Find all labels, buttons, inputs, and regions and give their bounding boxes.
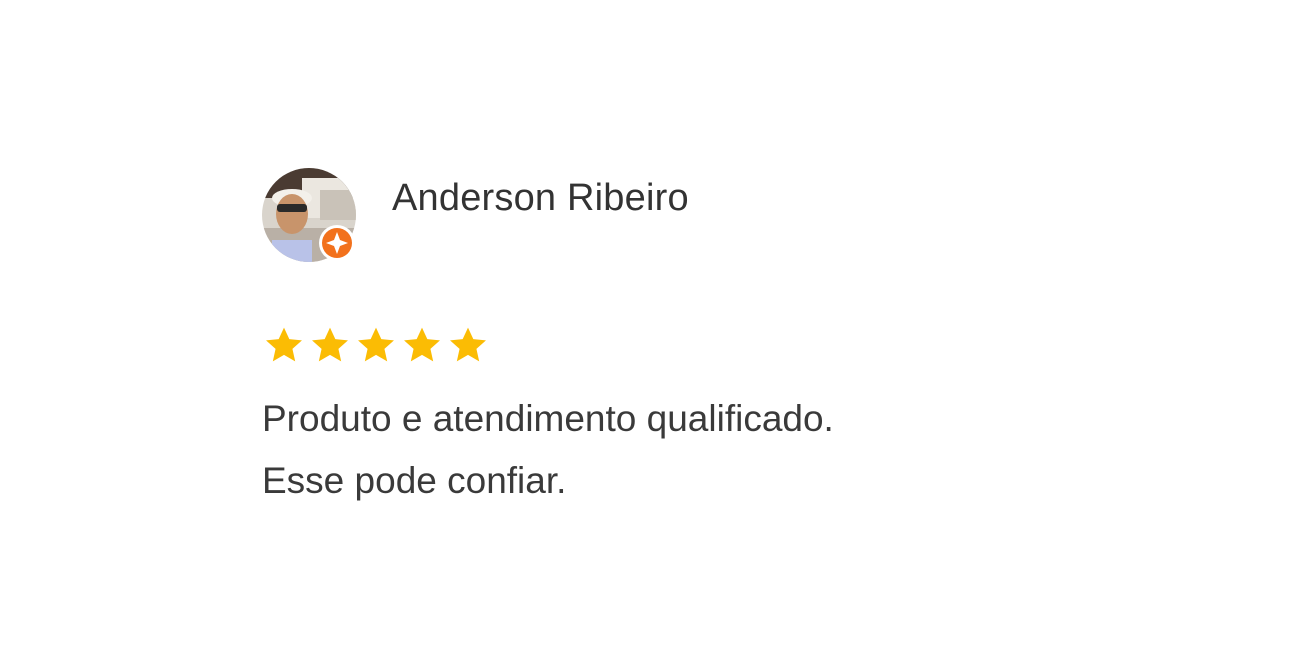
reviewer-header: Anderson Ribeiro: [262, 168, 962, 264]
star-icon: [266, 327, 302, 362]
review-text: Produto e atendimento qualificado. Esse …: [262, 398, 834, 501]
star-icon: [358, 327, 394, 362]
star-icon: [312, 327, 348, 362]
star-rating: [262, 323, 490, 367]
reviewer-name[interactable]: Anderson Ribeiro: [392, 174, 689, 222]
star-icon: [404, 327, 440, 362]
local-guide-badge-icon: [319, 225, 355, 261]
review-card: Anderson Ribeiro Produto e atendimento q…: [262, 168, 1022, 528]
star-icon: [450, 327, 486, 362]
